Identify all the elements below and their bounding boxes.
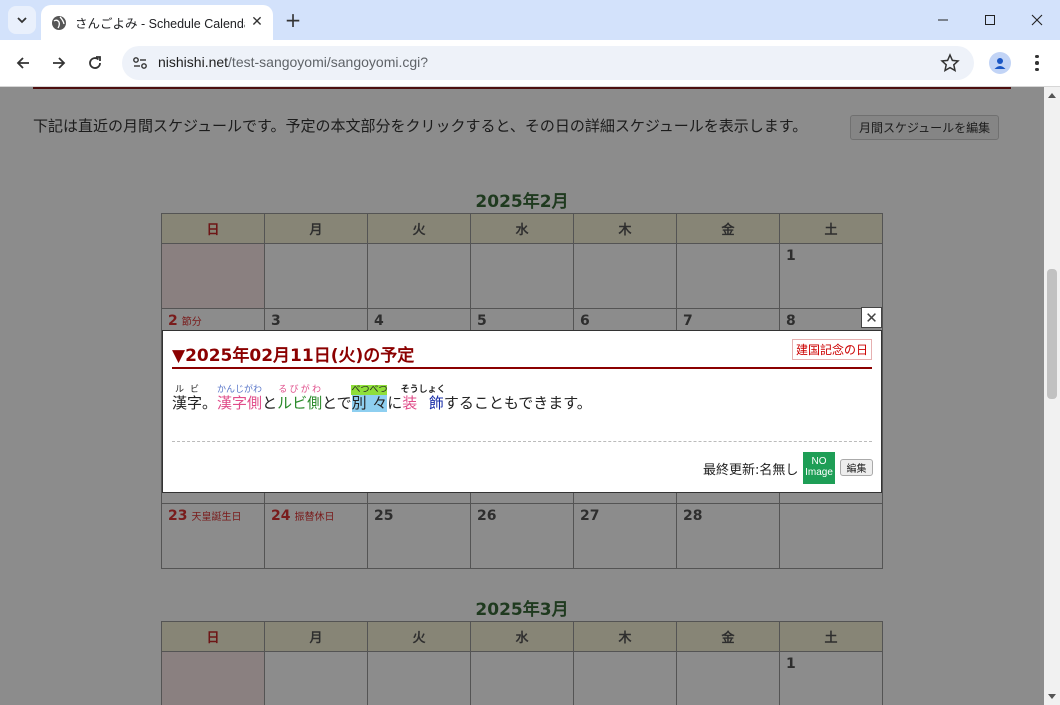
browser-menu-button[interactable] [1028,52,1046,74]
close-icon [1031,14,1043,26]
text-fragment: することもできます。 [443,394,592,412]
globe-icon [52,15,66,30]
reload-icon [89,56,101,69]
scroll-up-arrow[interactable] [1048,93,1056,98]
url-host: nishishi.net [158,54,229,70]
reload-button[interactable] [81,49,109,77]
last-updated-label: 最終更新:名無し [703,463,799,478]
heading-rule [172,367,872,369]
profile-avatar[interactable] [989,52,1011,74]
new-tab-button[interactable]: + [282,8,304,32]
maximize-icon [985,15,995,25]
ruby-base: 漢 [172,394,188,412]
noimage-line: Image [805,467,833,478]
tab-search-button[interactable] [8,6,36,34]
maximize-button[interactable] [967,0,1013,40]
site-settings-icon[interactable] [132,55,148,71]
modal-heading: ▼2025年02月11日(火)の予定 [172,346,415,366]
ruby-base: 漢字側 [217,394,263,412]
ruby-base: ルビ側 [277,394,323,412]
ruby-text: そうしょく [400,385,446,395]
noimage-line: NO [811,456,827,467]
ruby-base: 別 々 [351,394,388,412]
browser-chrome: さんごよみ - Schedule Calendar - ✕ + nishishi… [0,0,1060,87]
ruby-decoration: 装 飾そうしょく [400,385,446,412]
arrow-right-icon [53,57,66,69]
text-fragment: とで [322,394,352,412]
schedule-detail-modal: ▼2025年02月11日(火)の予定 建国記念の日 漢ル字ビ。漢字側かんじがわと… [162,330,882,493]
text-fragment: と [262,394,278,412]
ruby-text: かんじがわ [217,385,263,395]
ruby-kanji: 字ビ [187,385,203,412]
ruby-text: るびがわ [277,385,323,395]
bookmark-star-icon[interactable] [940,53,960,73]
ruby-green: ルビ側るびがわ [277,385,323,412]
ruby-text: ビ [187,385,203,395]
ruby-text: ル [172,385,188,395]
minimize-button[interactable] [920,0,966,40]
ruby-text: べつべつ [351,385,388,395]
ruby-base: 字 [187,394,203,412]
page-scrollbar[interactable] [1044,87,1060,705]
scroll-down-arrow[interactable] [1048,694,1056,699]
schedule-body-text: 漢ル字ビ。漢字側かんじがわとルビ側るびがわとで別 々べつべつに装 飾そうしょくす… [172,385,592,412]
tab-title: さんごよみ - Schedule Calendar - [75,17,245,31]
browser-toolbar: nishishi.net/test-sangoyomi/sangoyomi.cg… [0,40,1060,87]
edit-schedule-button[interactable]: 編集 [840,459,873,476]
arrow-left-icon [16,57,29,69]
minimize-icon [938,19,948,21]
holiday-badge: 建国記念の日 [791,339,872,360]
scrollbar-thumb[interactable] [1047,269,1057,399]
footer-divider [172,441,872,442]
ruby-pink: 漢字側かんじがわ [217,385,263,412]
no-image-avatar: NO Image [803,452,835,484]
url-text: nishishi.net/test-sangoyomi/sangoyomi.cg… [158,54,428,70]
modal-close-button[interactable]: ✕ [861,307,882,328]
address-bar[interactable]: nishishi.net/test-sangoyomi/sangoyomi.cg… [122,46,974,80]
ruby-base: 装 [400,394,429,412]
close-window-button[interactable] [1014,0,1060,40]
text-fragment: 。 [202,394,218,412]
ruby-highlight: 別 々べつべつ [351,385,388,412]
chevron-down-icon [17,17,27,24]
ruby-kanji: 漢ル [172,385,188,412]
tab-strip: さんごよみ - Schedule Calendar - ✕ + [0,0,1060,40]
url-path: /test-sangoyomi/sangoyomi.cgi? [228,54,429,70]
active-tab[interactable]: さんごよみ - Schedule Calendar - ✕ [41,5,273,40]
person-icon [994,58,1006,69]
back-button[interactable] [9,49,37,77]
tab-close-icon[interactable]: ✕ [249,14,265,30]
forward-button[interactable] [45,49,73,77]
